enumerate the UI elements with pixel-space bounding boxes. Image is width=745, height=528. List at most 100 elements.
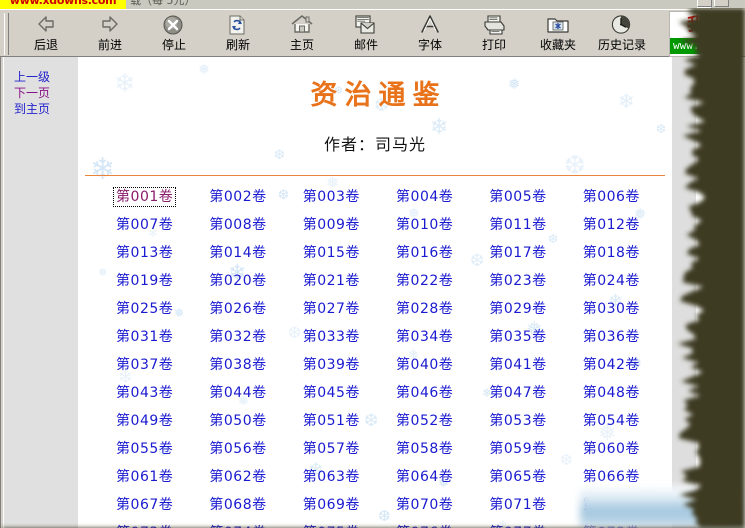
volume-link[interactable]: 第029卷: [486, 299, 549, 319]
volume-link[interactable]: 第049卷: [113, 411, 176, 431]
volume-link[interactable]: 第025卷: [113, 299, 176, 319]
toolbar-button-print[interactable]: 打印: [462, 11, 526, 57]
volume-link[interactable]: 第073卷: [113, 523, 176, 528]
volume-link[interactable]: 第012卷: [580, 215, 643, 235]
volume-link[interactable]: 第033卷: [300, 327, 363, 347]
toolbar-button-history[interactable]: 历史记录: [590, 11, 654, 57]
volume-link[interactable]: 第056卷: [206, 439, 269, 459]
volume-link[interactable]: 第026卷: [206, 299, 269, 319]
volume-link[interactable]: 第006卷: [580, 187, 643, 207]
volume-link[interactable]: 第008卷: [206, 215, 269, 235]
nav-link-3[interactable]: 到主页: [14, 101, 78, 117]
volume-link[interactable]: 第057卷: [300, 439, 363, 459]
volume-link[interactable]: 第024卷: [580, 271, 643, 291]
volume-link[interactable]: 第036卷: [580, 327, 643, 347]
volume-link[interactable]: 第019卷: [113, 271, 176, 291]
volume-link[interactable]: 第031卷: [113, 327, 176, 347]
volume-link[interactable]: 第075卷: [300, 523, 363, 528]
volume-link[interactable]: 第011卷: [486, 215, 549, 235]
volume-link[interactable]: 第035卷: [486, 327, 549, 347]
volume-link[interactable]: 第004卷: [393, 187, 456, 207]
volume-link[interactable]: 第059卷: [486, 439, 549, 459]
volume-link[interactable]: 第069卷: [300, 495, 363, 515]
volume-link[interactable]: 第051卷: [300, 411, 363, 431]
volume-link[interactable]: 第027卷: [300, 299, 363, 319]
volume-link[interactable]: 第055卷: [113, 439, 176, 459]
volume-link[interactable]: 第020卷: [206, 271, 269, 291]
nav-link-2[interactable]: 下一页: [14, 85, 78, 101]
site-logo-badge[interactable]: 我爱 www.52c: [669, 11, 741, 57]
volume-link[interactable]: 第044卷: [206, 383, 269, 403]
volume-link[interactable]: 第058卷: [393, 439, 456, 459]
volume-link[interactable]: 第032卷: [206, 327, 269, 347]
maximize-button[interactable]: [714, 0, 729, 7]
volume-link[interactable]: 第028卷: [393, 299, 456, 319]
volume-link[interactable]: 第074卷: [206, 523, 269, 528]
volume-link[interactable]: 第005卷: [486, 187, 549, 207]
volume-link[interactable]: 第070卷: [393, 495, 456, 515]
volume-link[interactable]: 第034卷: [393, 327, 456, 347]
volume-link[interactable]: 第010卷: [393, 215, 456, 235]
toolbar-button-home[interactable]: 主页: [270, 11, 334, 57]
volume-link[interactable]: 第052卷: [393, 411, 456, 431]
volume-link[interactable]: 第047卷: [486, 383, 549, 403]
volume-link[interactable]: 第038卷: [206, 355, 269, 375]
volume-link[interactable]: 第041卷: [486, 355, 549, 375]
back-arrow-icon: [34, 14, 58, 36]
volume-link[interactable]: 第040卷: [393, 355, 456, 375]
window-controls[interactable]: [695, 0, 743, 9]
volume-link[interactable]: 第067卷: [113, 495, 176, 515]
volume-link[interactable]: 第071卷: [486, 495, 549, 515]
volume-link[interactable]: 第043卷: [113, 383, 176, 403]
toolbar-button-refresh[interactable]: 刷新: [206, 11, 270, 57]
volume-link[interactable]: 第062卷: [206, 467, 269, 487]
volume-link[interactable]: 第001卷: [113, 187, 177, 207]
volume-link[interactable]: 第014卷: [206, 243, 269, 263]
minimize-button[interactable]: [697, 0, 712, 7]
volume-link[interactable]: 第048卷: [580, 383, 643, 403]
toolbar-button-mail[interactable]: 邮件: [334, 11, 398, 57]
volume-link[interactable]: 第076卷: [393, 523, 456, 528]
refresh-icon: [226, 14, 250, 36]
volume-link[interactable]: 第016卷: [393, 243, 456, 263]
volume-link[interactable]: 第015卷: [300, 243, 363, 263]
volume-link[interactable]: 第022卷: [393, 271, 456, 291]
volume-link[interactable]: 第003卷: [300, 187, 363, 207]
toolbar-button-label: 停止: [161, 38, 186, 52]
volume-link[interactable]: 第007卷: [113, 215, 176, 235]
volume-link[interactable]: 第002卷: [206, 187, 269, 207]
volume-link[interactable]: 第013卷: [113, 243, 176, 263]
volume-link[interactable]: 第042卷: [580, 355, 643, 375]
volume-link[interactable]: 第068卷: [206, 495, 269, 515]
volume-link[interactable]: 第063卷: [300, 467, 363, 487]
toolbar-grip[interactable]: [4, 13, 9, 55]
volume-link[interactable]: 第053卷: [486, 411, 549, 431]
nav-link-1[interactable]: 上一级: [14, 69, 78, 85]
volume-link[interactable]: 第066卷: [580, 467, 643, 487]
volume-link[interactable]: 第045卷: [300, 383, 363, 403]
volume-link[interactable]: 第037卷: [113, 355, 176, 375]
toolbar-button-forward-arrow[interactable]: 前进: [78, 11, 142, 57]
volume-link[interactable]: 第050卷: [206, 411, 269, 431]
volume-link[interactable]: 第009卷: [300, 215, 363, 235]
volume-link[interactable]: 第061卷: [113, 467, 176, 487]
volume-link[interactable]: 第054卷: [580, 411, 643, 431]
volume-link[interactable]: 第018卷: [580, 243, 643, 263]
volume-link[interactable]: 第039卷: [300, 355, 363, 375]
volume-link[interactable]: 第065卷: [486, 467, 549, 487]
toolbar-button-stop[interactable]: 停止: [142, 11, 206, 57]
toolbar-button-font[interactable]: 字体: [398, 11, 462, 57]
page-title: 资治通鉴: [310, 80, 447, 111]
toolbar-button-favorites[interactable]: 收藏夹: [526, 11, 590, 57]
toolbar-button-label: 前进: [97, 38, 122, 52]
volume-link[interactable]: 第021卷: [300, 271, 363, 291]
right-gray-strip[interactable]: [672, 57, 696, 528]
toolbar-button-back-arrow[interactable]: 后退: [14, 11, 78, 57]
volume-link[interactable]: 第046卷: [393, 383, 456, 403]
volume-link[interactable]: 第030卷: [580, 299, 643, 319]
volume-link[interactable]: 第077卷: [486, 523, 549, 528]
volume-link[interactable]: 第017卷: [486, 243, 549, 263]
volume-link[interactable]: 第023卷: [486, 271, 549, 291]
volume-link[interactable]: 第060卷: [580, 439, 643, 459]
volume-link[interactable]: 第064卷: [393, 467, 456, 487]
